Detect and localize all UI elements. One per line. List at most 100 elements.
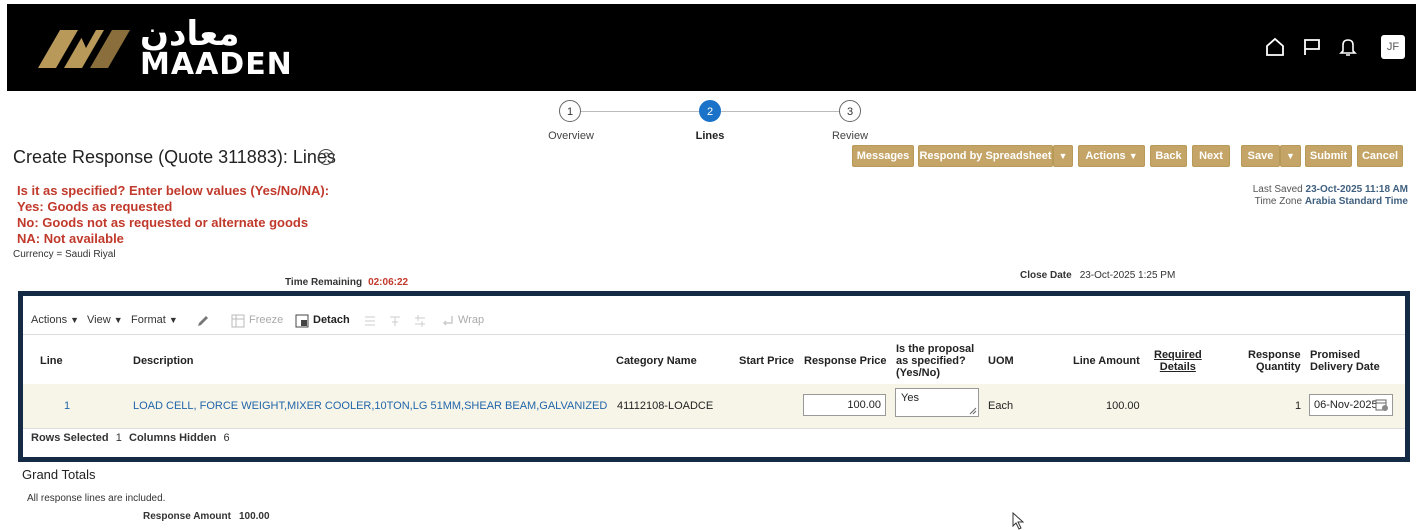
page-title: Create Response (Quote 311883): Lines [13,147,336,167]
timezone-value: Arabia Standard Time [1304,196,1408,207]
brand-arabic: معادن [140,14,240,54]
freeze-column-icon [390,316,400,326]
response-amount-label: Response Amount [143,511,231,522]
home-icon[interactable] [1264,36,1286,58]
train-stop-review[interactable]: 3 [839,100,861,122]
col-header-category[interactable]: Category Name [616,355,697,367]
actions-button[interactable]: Actions ▼ [1078,145,1145,167]
col-header-line[interactable]: Line [40,355,63,367]
response-price-input[interactable]: 100.00 [803,394,886,416]
reorder-icon [415,315,425,327]
train-stop-overview[interactable]: 1 [559,100,581,122]
toolbar-detach[interactable]: Detach [313,314,350,326]
rows-selected-value: 1 [115,432,122,444]
col-header-required-details[interactable]: Required Details [1154,349,1202,373]
freeze-icon[interactable] [231,314,245,328]
toolbar-wrap[interactable]: Wrap [458,314,484,326]
grand-totals-heading: Grand Totals [22,467,96,482]
train-label-overview[interactable]: Overview [521,130,621,142]
cell-line-amount: 100.00 [1106,400,1140,412]
bell-icon[interactable] [1337,36,1359,58]
toolbar-format-menu[interactable]: Format ▼ [131,314,178,326]
rows-selected-label: Rows Selected [31,432,109,444]
resize-grip-icon[interactable] [969,407,977,415]
columns-hidden-value: 6 [223,432,230,444]
col-header-description[interactable]: Description [133,355,194,367]
user-avatar[interactable]: JF [1381,35,1405,59]
messages-button[interactable]: Messages [852,145,914,167]
close-date-value: 23-Oct-2025 1:25 PM [1079,270,1176,281]
currency-note: Currency = Saudi Riyal [13,249,116,260]
col-header-text: Is the proposal [896,343,975,355]
cell-category: 41112108-LOADCE [617,400,714,412]
brand-wordmark: معادن MAADEN [140,14,293,82]
brand-latin: MAADEN [140,47,293,82]
last-saved-info: Last Saved 23-Oct-2025 11:18 AM Time Zon… [1253,184,1408,208]
col-header-text: Quantity [1255,361,1301,373]
col-header-start-price[interactable]: Start Price [739,355,794,367]
wrap-icon [442,316,453,326]
actions-button-label: Actions [1085,150,1126,162]
col-header-response-quantity[interactable]: Response Quantity [1248,349,1301,373]
time-remaining-value: 02:06:22 [368,277,409,288]
respond-dropdown-icon[interactable]: ▼ [1053,145,1073,167]
lines-table-panel: Actions ▼ View ▼ Format ▼ Freeze Detach … [18,291,1410,462]
table-row[interactable]: 1 LOAD CELL, FORCE WEIGHT,MIXER COOLER,1… [23,384,1405,429]
time-remaining-label: Time Remaining [285,277,363,288]
instruction-line: NA: Not available [17,231,124,246]
pencil-icon[interactable] [195,313,211,329]
calendar-icon[interactable] [1375,398,1389,412]
train-label-review[interactable]: Review [800,130,900,142]
as-specified-textarea[interactable]: Yes [895,388,979,417]
save-dropdown-icon[interactable]: ▼ [1280,145,1301,167]
train-connector [581,111,699,112]
chevron-down-icon: ▼ [113,315,123,325]
next-button[interactable]: Next [1192,145,1230,167]
col-header-text: Delivery Date [1310,361,1380,373]
chevron-down-icon: ▼ [168,315,178,325]
toolbar-actions-label: Actions [31,314,68,326]
cell-response-quantity: 1 [1295,400,1302,412]
toolbar-view-menu[interactable]: View ▼ [87,314,123,326]
last-saved-value: 23-Oct-2025 11:18 AM [1305,184,1408,195]
help-icon[interactable]: ? [318,149,334,165]
table-header-row: Line Description Category Name Start Pri… [23,334,1405,386]
col-header-response-price[interactable]: Response Price [804,355,887,367]
close-date-label: Close Date [1020,270,1072,281]
col-header-as-specified[interactable]: Is the proposal as specified? (Yes/No) [896,343,974,379]
col-header-promised-delivery[interactable]: Promised Delivery Date [1310,349,1380,373]
submit-button[interactable]: Submit [1305,145,1352,167]
toolbar-format-label: Format [131,314,166,326]
chevron-down-icon: ▼ [1128,151,1138,161]
last-saved-label: Last Saved [1252,184,1303,195]
col-header-text: Promised [1310,349,1361,361]
back-button[interactable]: Back [1150,145,1187,167]
cell-line[interactable]: 1 [64,400,70,412]
response-amount-value: 100.00 [238,511,270,522]
maaden-logo-icon[interactable] [38,22,130,74]
cell-uom: Each [988,400,1014,412]
columns-hidden-label: Columns Hidden [129,432,217,444]
toolbar-freeze[interactable]: Freeze [249,314,283,326]
save-button[interactable]: Save [1241,145,1280,167]
timezone-label: Time Zone [1254,196,1303,207]
grand-totals-note: All response lines are included. [27,493,166,504]
instruction-line: No: Goods not as requested or alternate … [17,215,309,230]
toolbar-actions-menu[interactable]: Actions ▼ [31,314,79,326]
col-header-uom[interactable]: UOM [988,355,1014,367]
columns-hidden: Columns Hidden 6 [129,432,230,444]
col-header-line-amount[interactable]: Line Amount [1073,355,1140,367]
train-connector [721,111,839,112]
col-header-text: Response [1248,349,1301,361]
train-label-lines[interactable]: Lines [660,130,760,142]
train-stop-lines[interactable]: 2 [699,100,721,122]
mouse-pointer-icon [1012,512,1025,530]
close-date: Close Date 23-Oct-2025 1:25 PM [1020,270,1175,281]
flag-icon[interactable] [1301,36,1323,58]
cell-description[interactable]: LOAD CELL, FORCE WEIGHT,MIXER COOLER,10T… [133,400,611,412]
detach-icon[interactable] [295,314,309,328]
cancel-button[interactable]: Cancel [1357,145,1403,167]
as-specified-value: Yes [901,392,919,404]
instruction-line: Yes: Goods as requested [17,199,173,214]
respond-by-spreadsheet-button[interactable]: Respond by Spreadsheet [918,145,1053,167]
